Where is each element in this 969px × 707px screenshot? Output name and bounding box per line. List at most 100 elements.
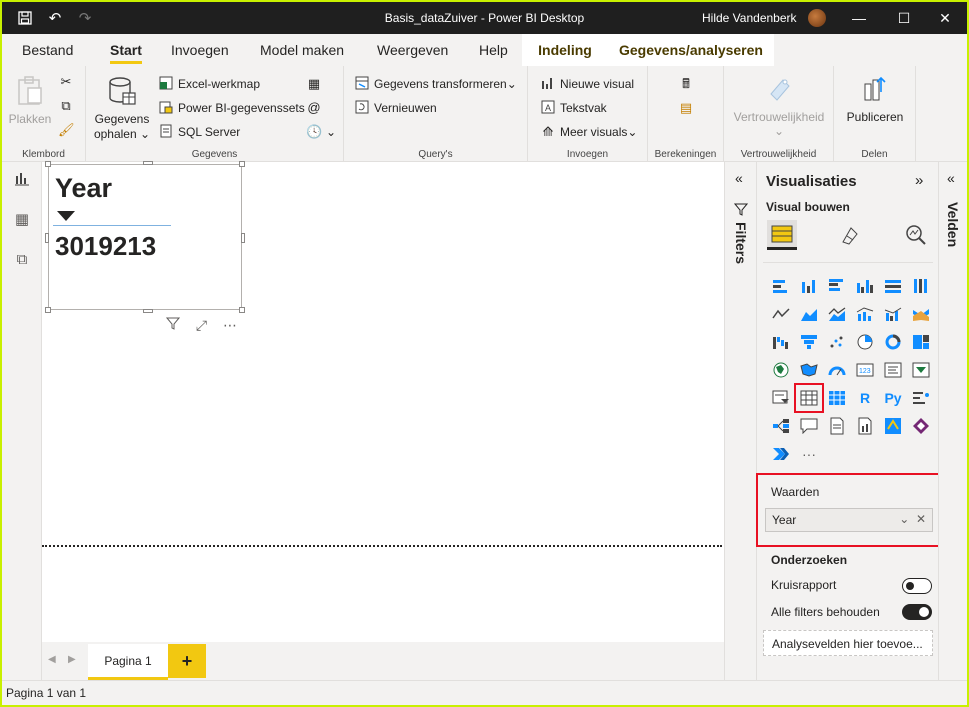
dataverse-button[interactable]: @	[306, 100, 326, 116]
pie-chart-icon[interactable]	[853, 330, 877, 354]
gauge-icon[interactable]	[825, 358, 849, 382]
paste-button[interactable]: Plakken	[8, 76, 52, 126]
transform-data-button[interactable]: Gegevens transformeren ⌄	[354, 76, 517, 92]
publish-button[interactable]: Publiceren	[840, 74, 910, 124]
100-stacked-bar-chart-icon[interactable]	[881, 274, 905, 298]
collapse-chevron-icon[interactable]: »	[915, 172, 923, 189]
scatter-chart-icon[interactable]	[825, 330, 849, 354]
quick-measure-button[interactable]: ▤	[678, 100, 698, 116]
slicer-icon[interactable]	[769, 386, 793, 410]
cut-button[interactable]: ✂	[58, 74, 78, 90]
line-and-clustered-column-icon[interactable]	[881, 302, 905, 326]
expand-chevron-icon[interactable]: «	[947, 170, 955, 186]
save-icon[interactable]	[10, 2, 40, 34]
sensitivity-button[interactable]: Vertrouwelijkheid ⌄	[728, 74, 830, 138]
expand-chevron-icon[interactable]: «	[735, 170, 743, 186]
more-options-icon[interactable]: ⋯	[223, 317, 237, 333]
r-script-visual-icon[interactable]: R	[853, 386, 877, 410]
area-chart-icon[interactable]	[797, 302, 821, 326]
stacked-bar-chart-icon[interactable]	[769, 274, 793, 298]
resize-handle[interactable]	[239, 307, 245, 313]
filters-pane[interactable]: « Filters	[724, 162, 756, 680]
python-visual-icon[interactable]: Py	[881, 386, 905, 410]
decomposition-tree-icon[interactable]	[769, 414, 793, 438]
azure-map-icon[interactable]	[881, 414, 905, 438]
stacked-column-chart-icon[interactable]	[797, 274, 821, 298]
copy-button[interactable]: ⧉	[58, 98, 78, 114]
more-visuals-ellipsis-icon[interactable]: ···	[797, 442, 821, 466]
new-measure-button[interactable]: 🖩	[678, 76, 698, 92]
donut-chart-icon[interactable]	[881, 330, 905, 354]
multi-row-card-icon[interactable]	[881, 358, 905, 382]
map-icon[interactable]	[769, 358, 793, 382]
smart-narrative-icon[interactable]	[825, 414, 849, 438]
sql-server-button[interactable]: SQL Server	[158, 124, 240, 140]
user-name[interactable]: Hilde Vandenberk	[702, 11, 797, 25]
key-influencers-icon[interactable]	[909, 386, 933, 410]
treemap-icon[interactable]	[909, 330, 933, 354]
100-stacked-column-chart-icon[interactable]	[909, 274, 933, 298]
line-and-stacked-column-icon[interactable]	[853, 302, 877, 326]
filled-map-icon[interactable]	[797, 358, 821, 382]
remove-field-icon[interactable]: ✕	[916, 512, 926, 526]
get-data-button[interactable]: Gegevens ophalen ⌄	[92, 76, 152, 142]
matrix-icon[interactable]	[825, 386, 849, 410]
next-page-icon[interactable]: ▶	[68, 654, 76, 665]
resize-handle[interactable]	[241, 233, 245, 243]
tab-weergeven[interactable]: Weergeven	[367, 34, 458, 66]
card-icon[interactable]: 123	[853, 358, 877, 382]
card-visual[interactable]: Year 3019213	[45, 161, 245, 313]
focus-mode-icon[interactable]: ⤢	[196, 317, 207, 333]
refresh-button[interactable]: Vernieuwen	[354, 100, 437, 116]
textbox-button[interactable]: A Tekstvak	[540, 100, 607, 116]
model-view-icon[interactable]: ⧉	[10, 248, 34, 272]
enter-data-button[interactable]: ▦	[306, 76, 326, 92]
build-visual-tab[interactable]	[767, 220, 797, 250]
add-page-button[interactable]: +	[168, 644, 206, 678]
caret-down-icon[interactable]	[57, 211, 75, 221]
clustered-bar-chart-icon[interactable]	[825, 274, 849, 298]
report-view-icon[interactable]	[10, 170, 34, 194]
line-chart-icon[interactable]	[769, 302, 793, 326]
funnel-chart-icon[interactable]	[797, 330, 821, 354]
prev-page-icon[interactable]: ◀	[48, 654, 56, 665]
resize-handle[interactable]	[239, 161, 245, 167]
resize-handle[interactable]	[45, 307, 51, 313]
chevron-down-icon[interactable]: ⌄	[899, 512, 909, 526]
page-tab-1[interactable]: Pagina 1	[88, 644, 168, 680]
values-field-pill[interactable]: Year ⌄ ✕	[765, 508, 933, 532]
resize-handle[interactable]	[143, 309, 153, 313]
kpi-icon[interactable]	[909, 358, 933, 382]
qna-icon[interactable]	[797, 414, 821, 438]
clustered-column-chart-icon[interactable]	[853, 274, 877, 298]
paginated-report-icon[interactable]	[853, 414, 877, 438]
ribbon-chart-icon[interactable]	[909, 302, 933, 326]
tab-help[interactable]: Help	[469, 34, 518, 66]
close-button[interactable]: ✕	[922, 2, 967, 34]
analytics-tab[interactable]	[901, 220, 931, 250]
tab-start[interactable]: Start	[100, 34, 152, 66]
maximize-button[interactable]: ☐	[881, 2, 927, 34]
undo-icon[interactable]: ↶	[40, 2, 70, 34]
power-apps-icon[interactable]	[909, 414, 933, 438]
recent-sources-button[interactable]: 🕓 ⌄	[306, 124, 336, 140]
filter-icon[interactable]	[165, 317, 184, 333]
stacked-area-chart-icon[interactable]	[825, 302, 849, 326]
minimize-button[interactable]: —	[836, 2, 882, 34]
tab-gegevens-analyseren[interactable]: Gegevens/analyseren	[608, 34, 774, 66]
avatar[interactable]	[808, 9, 826, 27]
new-visual-button[interactable]: Nieuwe visual	[540, 76, 634, 92]
more-visuals-button[interactable]: ⟰ Meer visuals ⌄	[540, 124, 638, 140]
table-visual-icon[interactable]	[794, 383, 824, 413]
format-painter-button[interactable]: 🖌	[58, 122, 78, 138]
data-view-icon[interactable]: ▦	[10, 208, 34, 232]
redo-icon[interactable]: ↷	[70, 2, 100, 34]
format-visual-tab[interactable]	[835, 220, 865, 250]
tab-bestand[interactable]: Bestand	[12, 34, 83, 66]
fields-pane[interactable]: « Velden	[938, 162, 967, 680]
keep-all-filters-toggle[interactable]	[902, 604, 932, 620]
resize-handle[interactable]	[143, 161, 153, 165]
report-canvas[interactable]: Year 3019213 ⤢ ⋯	[42, 161, 724, 642]
cross-report-toggle[interactable]	[902, 578, 932, 594]
pbi-datasets-button[interactable]: Power BI-gegevenssets	[158, 100, 305, 116]
